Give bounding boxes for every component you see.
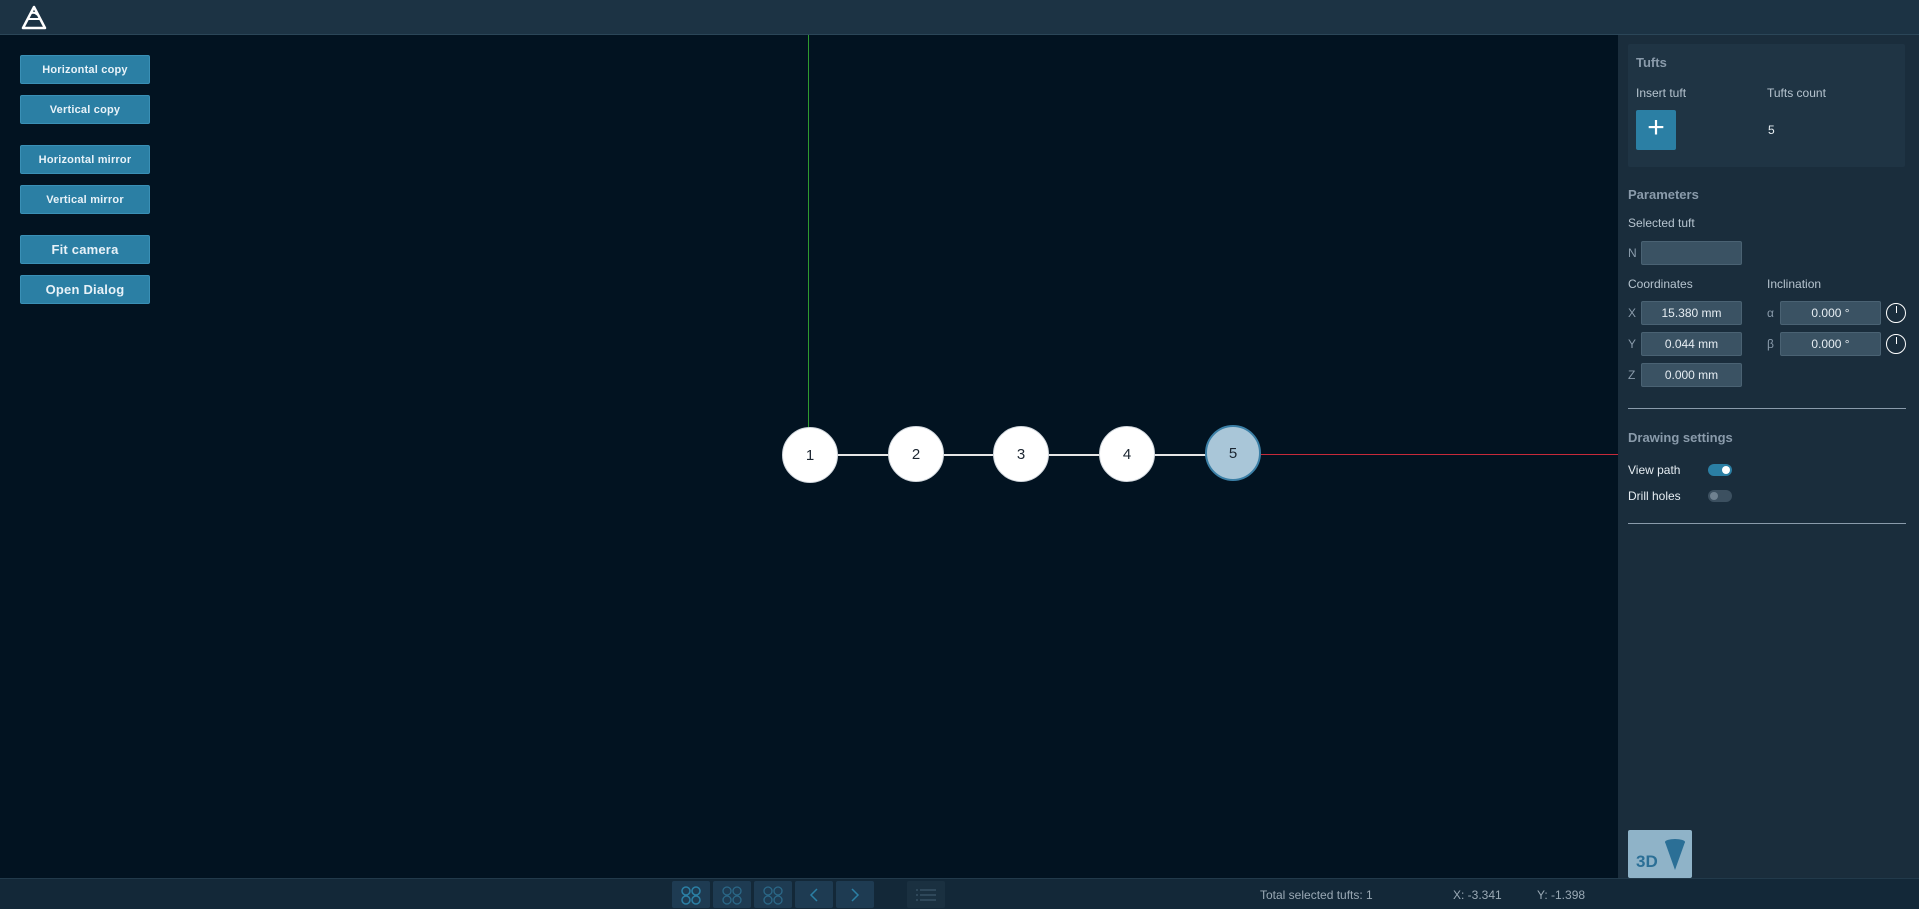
vertical-copy-button[interactable]: Vertical copy	[20, 95, 150, 124]
view-path-toggle[interactable]	[1708, 464, 1732, 476]
alpha-label: α	[1767, 306, 1774, 320]
x-axis-line	[1233, 454, 1618, 455]
divider	[1628, 408, 1906, 409]
tuft-4[interactable]: 4	[1099, 426, 1155, 482]
view-path-label: View path	[1628, 463, 1681, 477]
app-logo-icon[interactable]	[20, 5, 48, 31]
beta-label: β	[1767, 337, 1774, 351]
horizontal-mirror-button[interactable]: Horizontal mirror	[20, 145, 150, 174]
beta-dial-icon[interactable]	[1886, 334, 1906, 354]
n-label: N	[1628, 246, 1637, 260]
grid-view-1-icon[interactable]	[672, 881, 710, 908]
list-icon[interactable]	[907, 881, 945, 908]
tufts-card: Tufts Insert tuft Tufts count + 5	[1628, 44, 1905, 167]
inclination-label: Inclination	[1767, 277, 1822, 291]
insert-tuft-label: Insert tuft	[1636, 86, 1687, 100]
divider	[1628, 523, 1906, 524]
x-coordinate-input[interactable]	[1641, 301, 1742, 325]
tuft-2[interactable]: 2	[888, 426, 944, 482]
tuft-5-selected[interactable]: 5	[1205, 425, 1261, 481]
tufts-title: Tufts	[1636, 55, 1667, 70]
fit-camera-button[interactable]: Fit camera	[20, 235, 150, 264]
viewport-canvas[interactable]: 1 2 3 4 5 Horizontal copy Vertical copy …	[0, 35, 1618, 878]
cone-icon	[1665, 839, 1685, 870]
top-bar	[0, 0, 1919, 35]
beta-inclination-input[interactable]	[1780, 332, 1881, 356]
tuft-3[interactable]: 3	[993, 426, 1049, 482]
drill-holes-label: Drill holes	[1628, 489, 1681, 503]
z-label: Z	[1628, 368, 1636, 382]
selected-tuft-label: Selected tuft	[1628, 216, 1695, 230]
horizontal-copy-button[interactable]: Horizontal copy	[20, 55, 150, 84]
chevron-right-icon[interactable]	[836, 881, 874, 908]
alpha-dial-icon[interactable]	[1886, 303, 1906, 323]
selected-tuft-n-input[interactable]	[1641, 241, 1742, 265]
chevron-left-icon[interactable]	[795, 881, 833, 908]
alpha-inclination-input[interactable]	[1780, 301, 1881, 325]
y-label: Y	[1628, 337, 1637, 351]
y-axis-line	[808, 35, 809, 455]
tufts-count-value: 5	[1768, 123, 1775, 137]
properties-panel: Tufts Insert tuft Tufts count + 5 Parame…	[1618, 35, 1919, 878]
insert-tuft-button[interactable]: +	[1636, 110, 1676, 150]
bottom-status-bar: Total selected tufts: 1 X: -3.341 Y: -1.…	[0, 878, 1919, 909]
coordinates-label: Coordinates	[1628, 277, 1693, 291]
tuft-1[interactable]: 1	[782, 427, 838, 483]
x-label: X	[1628, 306, 1637, 320]
y-coordinate-input[interactable]	[1641, 332, 1742, 356]
drawing-settings-title: Drawing settings	[1628, 430, 1733, 445]
vertical-mirror-button[interactable]: Vertical mirror	[20, 185, 150, 214]
tufts-count-label: Tufts count	[1767, 86, 1826, 100]
drill-holes-toggle[interactable]	[1708, 490, 1732, 502]
app-window: 1 2 3 4 5 Horizontal copy Vertical copy …	[0, 0, 1919, 909]
grid-view-2-icon[interactable]	[713, 881, 751, 908]
cursor-x-readout: X: -3.341	[1453, 888, 1502, 902]
plus-icon: +	[1647, 111, 1665, 144]
view-3d-label: 3D	[1636, 852, 1658, 871]
open-dialog-button[interactable]: Open Dialog	[20, 275, 150, 304]
parameters-title: Parameters	[1628, 187, 1699, 202]
grid-view-3-icon[interactable]	[754, 881, 792, 908]
view-3d-button[interactable]: 3D	[1628, 830, 1692, 878]
cursor-y-readout: Y: -1.398	[1537, 888, 1586, 902]
total-selected-status: Total selected tufts: 1	[1260, 888, 1373, 902]
z-coordinate-input[interactable]	[1641, 363, 1742, 387]
